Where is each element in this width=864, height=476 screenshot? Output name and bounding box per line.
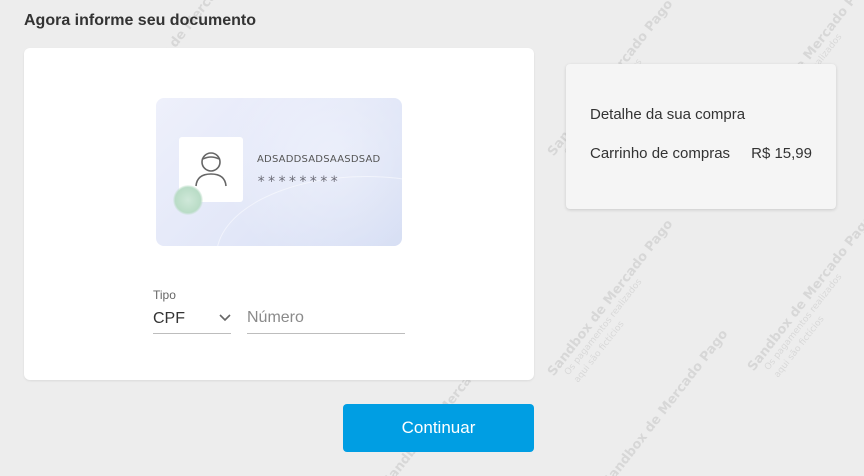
document-type-select[interactable]: CPF	[153, 305, 231, 334]
page-title: Agora informe seu documento	[24, 12, 257, 29]
seal-icon	[173, 185, 203, 215]
tipo-label: Tipo	[153, 288, 176, 302]
card-holder-name: ADSADDSADSAASDSAD	[257, 154, 381, 165]
summary-item-label: Carrinho de compras	[590, 145, 731, 162]
person-icon	[195, 152, 227, 187]
summary-row: Carrinho de compras R$ 15,99	[590, 145, 812, 162]
document-type-value: CPF	[153, 310, 185, 327]
document-illustration: ADSADDSADSAASDSAD ********	[156, 98, 402, 246]
card-masked-number: ********	[257, 174, 341, 190]
purchase-summary-card: Detalhe da sua compra Carrinho de compra…	[566, 64, 836, 209]
chevron-down-icon	[219, 314, 231, 322]
document-number-field[interactable]	[247, 305, 405, 334]
summary-item-value: R$ 15,99	[751, 145, 812, 162]
document-number-input[interactable]	[247, 305, 405, 331]
continue-button[interactable]: Continuar	[343, 404, 534, 452]
watermark-text: Sandbox de Mercado Pago	[600, 327, 732, 476]
document-form-card: ADSADDSADSAASDSAD ******** Tipo CPF	[24, 48, 534, 380]
watermark-text: Sandbox de Mercado Pago Os pagamentos re…	[745, 212, 864, 380]
summary-title: Detalhe da sua compra	[590, 106, 746, 123]
watermark-text: Sandbox de Mercado Pago Os pagamentos re…	[545, 217, 677, 385]
